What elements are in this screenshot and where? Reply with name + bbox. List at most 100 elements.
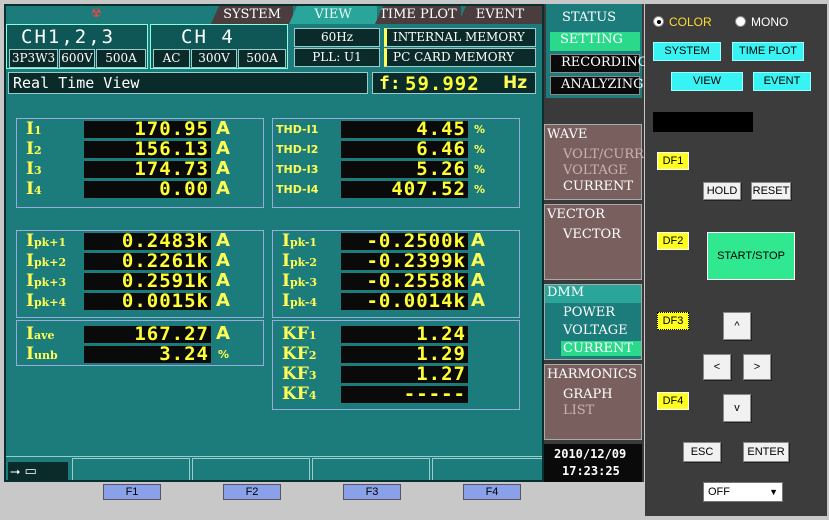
view-title: Real Time View [8,72,368,94]
radio-unchecked-icon [735,16,746,27]
f4-button[interactable]: F4 [463,484,521,500]
thd-unit: % [474,123,486,136]
wiring-label: 3P3W3 [9,49,58,68]
status-setting: SETTING [550,32,640,51]
color-radio[interactable]: COLOR [653,14,733,30]
channel-4-box: CH 4 AC 300V 500A [150,24,288,69]
f1-button[interactable]: F1 [103,484,161,500]
tab-system[interactable]: SYSTEM [211,6,293,24]
vector-item[interactable]: VECTOR [563,227,621,242]
tab-time-plot[interactable]: TIME PLOT [375,6,461,24]
tab-view[interactable]: VIEW [289,6,377,24]
current-2-label: I2 [26,139,42,159]
wave-menu[interactable]: WAVE VOLT/CURR VOLTAGE CURRENT [544,124,644,200]
iunb-label: Iunb [26,344,58,364]
internal-memory-label: INTERNAL MEMORY [384,28,536,47]
harmonics-menu[interactable]: HARMONICS GRAPH LIST [544,364,642,440]
mono-label: MONO [751,15,789,29]
df4-button[interactable]: DF4 [657,392,689,410]
kf-1-label: KF1 [282,324,317,344]
event-button[interactable]: EVENT [753,72,811,91]
left-arrow-button[interactable]: < [703,354,731,380]
esc-button[interactable]: ESC [683,442,721,462]
frequency-unit: Hz [503,73,528,93]
ipk-neg-4-label: Ipk-4 [282,291,318,311]
dmm-title: DMM [545,285,641,303]
harmonics-graph[interactable]: GRAPH [563,387,613,402]
ipk-neg-3-label: Ipk-3 [282,271,318,291]
ch4-current-label: 500A [238,49,286,68]
wave-voltage[interactable]: VOLTAGE [563,163,628,178]
f2-button[interactable]: F2 [223,484,281,500]
channel-123-box: CH1,2,3 3P3W3 600V 500A [6,24,148,69]
view-button[interactable]: VIEW [671,72,743,91]
df3-button[interactable]: DF3 [657,312,689,330]
reset-button[interactable]: RESET [751,182,791,200]
frequency-value: 59.992 [405,73,480,95]
enter-button[interactable]: ENTER [743,442,789,462]
kf-2-value: 1.29 [341,345,468,364]
radio-checked-icon [653,16,664,27]
f3-button[interactable]: F3 [343,484,401,500]
current-3-label: I3 [26,159,42,179]
fkey-slot-2 [192,458,310,480]
wave-volt-curr[interactable]: VOLT/CURR [563,147,644,162]
right-arrow-button[interactable]: > [743,354,771,380]
current-3-unit: A [216,158,230,179]
tab-event[interactable]: EVENT [458,6,542,24]
thd-value: 407.52 [341,180,468,199]
ipk-pos-2-unit: A [216,250,230,271]
chevron-down-icon: ▼ [769,487,778,497]
ipk-neg-1-unit: A [471,230,485,251]
iunb-unit: % [218,348,230,361]
iave-value: 167.27 [84,325,211,344]
start-stop-button[interactable]: START/STOP [707,232,795,280]
date-label: 2010/12/09 [554,447,627,461]
status-analyzing: ANALYZING [550,76,643,95]
ipk-neg-1-label: Ipk-1 [282,231,318,251]
ipk-pos-3-value: 0.2591k [84,272,211,291]
wave-title: WAVE [547,127,588,142]
system-button[interactable]: SYSTEM [653,42,721,61]
off-select[interactable]: OFF ▼ [703,482,783,502]
ipk-neg-4-value: -0.0014k [341,292,468,311]
kf-2-label: KF2 [282,344,317,364]
dmm-current[interactable]: CURRENT [561,341,641,356]
datetime-display: 2010/12/09 17:23:25 [544,444,642,482]
ipk-neg-3-unit: A [471,270,485,291]
ipk-neg-2-unit: A [471,250,485,271]
app-window: ☢ SYSTEM VIEW TIME PLOT EVENT CH1,2,3 3P… [0,0,829,520]
kf-4-label: KF4 [282,384,317,404]
df2-button[interactable]: DF2 [657,232,689,250]
down-arrow-button[interactable]: v [723,394,751,422]
wave-current[interactable]: CURRENT [563,179,633,194]
time-plot-button[interactable]: TIME PLOT [732,42,804,61]
thd-label: THD-I3 [276,163,319,176]
mono-radio[interactable]: MONO [735,14,815,30]
iave-label: Iave [26,324,55,344]
vector-menu[interactable]: VECTOR VECTOR [544,204,642,280]
current-3-value: 174.73 [84,160,211,179]
off-select-value: OFF [708,486,730,498]
ipk-pos-3-unit: A [216,270,230,291]
up-arrow-button[interactable]: ^ [723,312,751,340]
hold-button[interactable]: HOLD [703,182,741,200]
ipk-pos-3-label: Ipk+3 [26,271,67,291]
dmm-menu[interactable]: DMM POWER VOLTAGE CURRENT [544,284,642,360]
ipk-pos-4-value: 0.0015k [84,292,211,311]
thd-label: THD-I4 [276,183,319,196]
ipk-pos-1-value: 0.2483k [84,232,211,251]
harmonics-list[interactable]: LIST [563,403,594,418]
dmm-power[interactable]: POWER [563,305,615,320]
thd-label: THD-I1 [276,123,319,136]
freq-setting-label: 60Hz [294,28,380,47]
kf-4-value: ----- [341,385,468,404]
df1-button[interactable]: DF1 [657,152,689,170]
kf-3-label: KF3 [282,364,317,384]
status-recording: RECORDING [550,54,648,73]
dmm-voltage[interactable]: VOLTAGE [563,323,628,338]
ipk-pos-2-value: 0.2261k [84,252,211,271]
thd-unit: % [474,163,486,176]
current-4-unit: A [216,178,230,199]
iunb-value: 3.24 [84,345,211,364]
